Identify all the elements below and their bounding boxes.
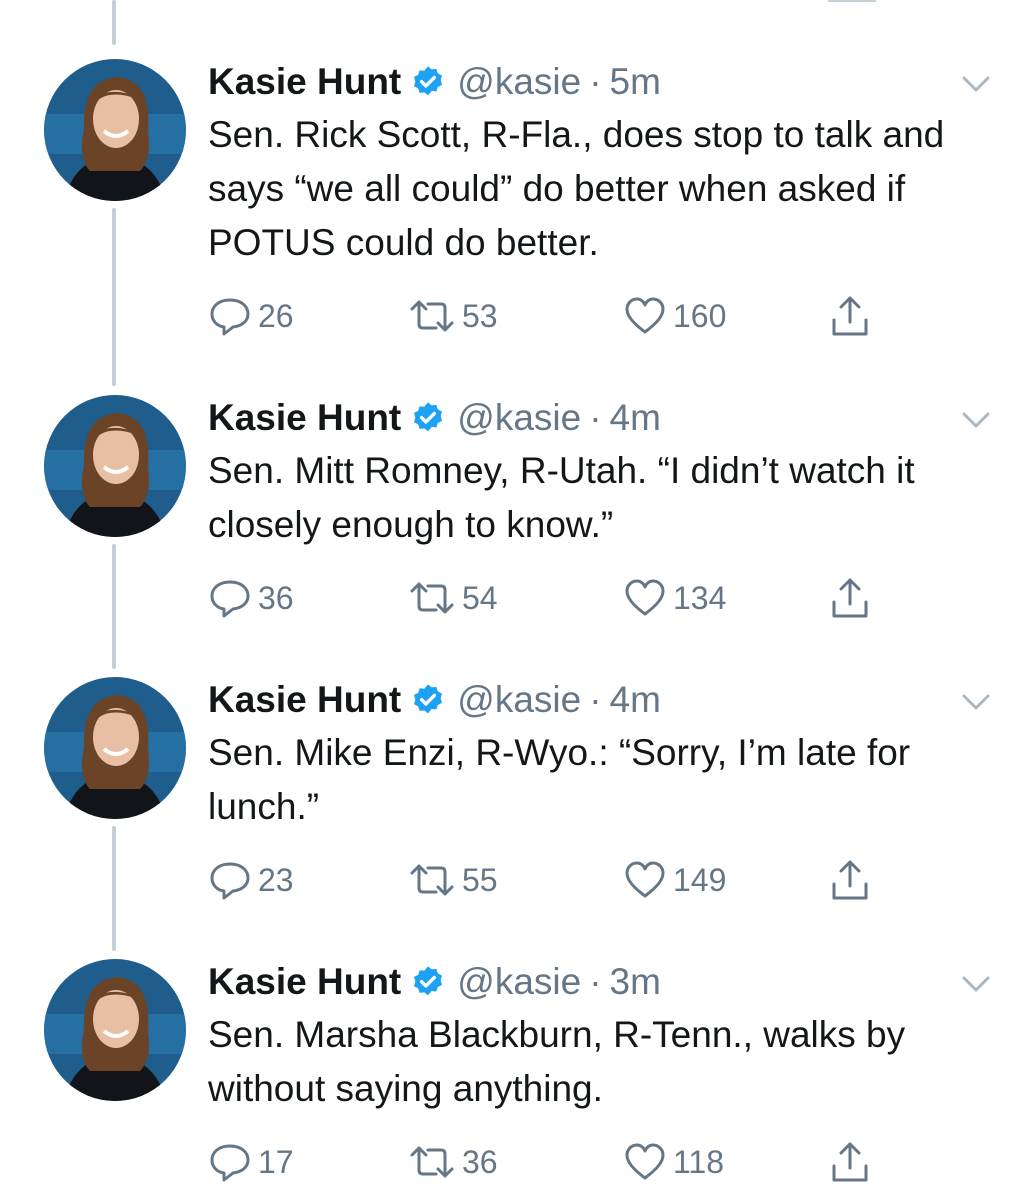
retweet-button[interactable]: 53 xyxy=(408,294,498,338)
chevron-down-icon[interactable] xyxy=(958,684,994,720)
retweet-button[interactable]: 54 xyxy=(408,576,498,620)
avatar-image xyxy=(44,395,186,537)
retweet-count: 53 xyxy=(462,297,498,334)
share-button[interactable] xyxy=(828,1140,872,1184)
like-button[interactable]: 118 xyxy=(623,1140,724,1184)
reply-count: 17 xyxy=(258,1143,294,1180)
verified-badge-icon xyxy=(414,684,443,714)
author-handle[interactable]: @kasie xyxy=(457,679,581,721)
like-count: 134 xyxy=(673,579,727,616)
retweet-count: 54 xyxy=(462,579,498,616)
reply-count: 36 xyxy=(258,579,294,616)
separator-dot: · xyxy=(589,679,602,720)
author-handle[interactable]: @kasie xyxy=(457,397,581,439)
avatar[interactable] xyxy=(44,959,186,1101)
avatar-image xyxy=(44,677,186,819)
like-count: 160 xyxy=(673,297,727,334)
reply-button[interactable]: 26 xyxy=(208,294,294,338)
tweet-text: Sen. Mitt Romney, R-Utah. “I didn’t watc… xyxy=(208,450,915,545)
separator-dot: · xyxy=(589,397,602,438)
tweet[interactable]: Kasie Hunt @kasie · 3m Sen. Marsha Black… xyxy=(0,950,1034,1200)
reply-button[interactable]: 23 xyxy=(208,858,294,902)
verified-badge-icon xyxy=(414,966,443,996)
reply-icon xyxy=(210,298,250,336)
tweet-text: Sen. Mike Enzi, R-Wyo.: “Sorry, I’m late… xyxy=(208,732,911,827)
action-bar: 17 36 118 xyxy=(208,1140,908,1184)
separator-dot: · xyxy=(589,61,602,102)
timestamp[interactable]: 5m xyxy=(610,61,661,103)
tweet-text: Sen. Rick Scott, R-Fla., does stop to ta… xyxy=(208,114,945,263)
retweet-button[interactable]: 55 xyxy=(408,858,498,902)
tweet[interactable]: Kasie Hunt @kasie · 4m Sen. Mitt Romney,… xyxy=(0,386,1034,669)
avatar[interactable] xyxy=(44,677,186,819)
verified-badge-icon xyxy=(414,66,443,96)
top-divider xyxy=(828,0,876,2)
thread-connector-line xyxy=(112,544,116,669)
avatar-image xyxy=(44,959,186,1101)
timestamp[interactable]: 4m xyxy=(610,397,661,439)
reply-icon xyxy=(210,1144,250,1182)
like-button[interactable]: 160 xyxy=(623,294,726,338)
reply-button[interactable]: 36 xyxy=(208,576,294,620)
verified-badge-icon xyxy=(414,402,443,432)
heart-icon xyxy=(625,579,665,616)
action-bar: 36 54 134 xyxy=(208,576,908,620)
author-name[interactable]: Kasie Hunt xyxy=(208,61,401,103)
action-bar: 23 55 149 xyxy=(208,858,908,902)
thread-connector-line xyxy=(112,208,116,386)
reply-icon xyxy=(210,580,250,618)
share-button[interactable] xyxy=(828,294,872,338)
tweet-header: Kasie Hunt @kasie · 5m xyxy=(208,50,661,114)
author-name[interactable]: Kasie Hunt xyxy=(208,397,401,439)
tweet-header: Kasie Hunt @kasie · 4m xyxy=(208,668,661,732)
reply-count: 26 xyxy=(258,297,294,334)
retweet-button[interactable]: 36 xyxy=(408,1140,498,1184)
like-button[interactable]: 149 xyxy=(623,858,726,902)
share-button[interactable] xyxy=(828,858,872,902)
author-handle[interactable]: @kasie xyxy=(457,61,581,103)
author-name[interactable]: Kasie Hunt xyxy=(208,961,401,1003)
heart-icon xyxy=(625,861,665,898)
thread-connector-line xyxy=(112,826,116,951)
like-count: 149 xyxy=(673,861,727,898)
chevron-down-icon[interactable] xyxy=(958,402,994,438)
retweet-icon xyxy=(410,300,454,332)
tweet-header: Kasie Hunt @kasie · 4m xyxy=(208,386,661,450)
avatar[interactable] xyxy=(44,395,186,537)
retweet-count: 55 xyxy=(462,861,498,898)
retweet-icon xyxy=(410,582,454,614)
avatar-image xyxy=(44,59,186,201)
like-count: 118 xyxy=(673,1143,725,1180)
tweet[interactable]: Kasie Hunt @kasie · 5m Sen. Rick Scott, … xyxy=(0,50,1034,386)
share-icon xyxy=(832,578,868,618)
avatar[interactable] xyxy=(44,59,186,201)
timestamp[interactable]: 3m xyxy=(610,961,661,1003)
reply-icon xyxy=(210,862,250,900)
thread-connector-line xyxy=(112,0,116,45)
tweet-text: Sen. Marsha Blackburn, R-Tenn., walks by… xyxy=(208,1014,906,1109)
share-icon xyxy=(832,860,868,900)
like-button[interactable]: 134 xyxy=(623,576,726,620)
share-button[interactable] xyxy=(828,576,872,620)
tweet-header: Kasie Hunt @kasie · 3m xyxy=(208,950,661,1014)
share-icon xyxy=(832,1142,868,1182)
separator-dot: · xyxy=(589,961,602,1002)
retweet-count: 36 xyxy=(462,1143,498,1180)
reply-count: 23 xyxy=(258,861,294,898)
chevron-down-icon[interactable] xyxy=(958,966,994,1002)
author-handle[interactable]: @kasie xyxy=(457,961,581,1003)
share-icon xyxy=(832,296,868,336)
retweet-icon xyxy=(410,864,454,896)
action-bar: 26 53 160 xyxy=(208,294,908,338)
heart-icon xyxy=(625,297,665,334)
chevron-down-icon[interactable] xyxy=(958,66,994,102)
heart-icon xyxy=(625,1143,665,1180)
retweet-icon xyxy=(410,1146,454,1178)
author-name[interactable]: Kasie Hunt xyxy=(208,679,401,721)
reply-button[interactable]: 17 xyxy=(208,1140,294,1184)
timestamp[interactable]: 4m xyxy=(610,679,661,721)
tweet[interactable]: Kasie Hunt @kasie · 4m Sen. Mike Enzi, R… xyxy=(0,668,1034,951)
